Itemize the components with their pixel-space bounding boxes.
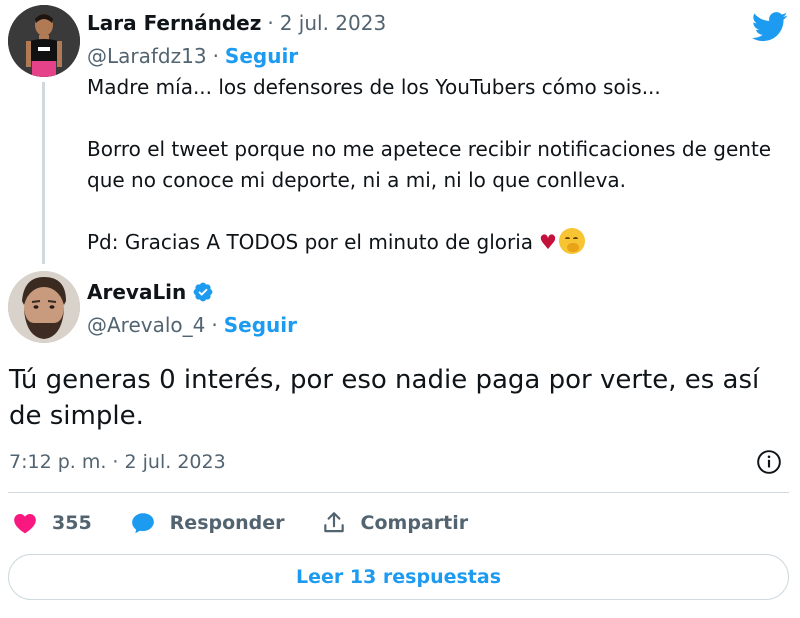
heart-icon bbox=[14, 514, 36, 534]
reply-button[interactable]: Responder bbox=[130, 510, 285, 536]
info-icon[interactable] bbox=[756, 449, 782, 475]
avatar-lara[interactable] bbox=[8, 5, 80, 77]
share-button[interactable]: Compartir bbox=[321, 510, 469, 536]
separator: · bbox=[211, 313, 218, 337]
parent-tweet-text: Madre mía... los defensores de los YouTu… bbox=[87, 72, 777, 258]
parent-author-name[interactable]: Lara Fernández bbox=[87, 11, 261, 35]
tweet-timestamp[interactable]: 7:12 p. m. · 2 jul. 2023 bbox=[9, 448, 226, 476]
face-with-hand-over-mouth-emoji-icon bbox=[558, 228, 585, 254]
twitter-bird-icon[interactable] bbox=[752, 12, 788, 42]
tweet-line: que no conoce mi deporte, ni a mi, ni lo… bbox=[87, 168, 627, 192]
speech-bubble-icon bbox=[131, 513, 154, 534]
heart-emoji-icon: ♥ bbox=[539, 230, 557, 254]
like-button[interactable]: 355 bbox=[12, 510, 92, 536]
main-author-name[interactable]: ArevaLin bbox=[87, 280, 186, 304]
action-bar: 355 Responder Compartir bbox=[12, 508, 468, 538]
like-count: 355 bbox=[52, 512, 92, 534]
tweet-line: Pd: Gracias A TODOS por el minuto de glo… bbox=[87, 230, 534, 254]
parent-follow-button[interactable]: Seguir bbox=[225, 44, 298, 68]
parent-handle-line: @Larafdz13 · Seguir bbox=[87, 42, 298, 70]
main-handle-line: @Arevalo_4 · Seguir bbox=[87, 311, 297, 339]
main-tweet-text: Tú generas 0 interés, por eso nadie paga… bbox=[9, 365, 760, 431]
parent-author-handle[interactable]: @Larafdz13 bbox=[87, 44, 207, 68]
parent-tweet-date[interactable]: 2 jul. 2023 bbox=[280, 11, 386, 35]
main-follow-button[interactable]: Seguir bbox=[224, 313, 297, 337]
main-author-line: ArevaLin bbox=[87, 278, 214, 306]
thread-connector-line bbox=[42, 82, 45, 264]
tweet-line-with-emoji: Pd: Gracias A TODOS por el minuto de glo… bbox=[87, 227, 777, 258]
share-upload-icon bbox=[323, 512, 344, 533]
tweet-line: Madre mía... los defensores de los YouTu… bbox=[87, 75, 661, 99]
main-author-handle[interactable]: @Arevalo_4 bbox=[87, 313, 205, 337]
reply-label: Responder bbox=[169, 512, 285, 534]
separator: · bbox=[212, 44, 219, 68]
read-replies-button[interactable]: Leer 13 respuestas bbox=[8, 554, 789, 600]
verified-badge-icon bbox=[193, 282, 213, 302]
tweet-line: Borro el tweet porque no me apetece reci… bbox=[87, 137, 772, 161]
share-label: Compartir bbox=[360, 512, 469, 534]
parent-author-line: Lara Fernández · 2 jul. 2023 bbox=[87, 9, 386, 37]
separator: · bbox=[267, 11, 274, 35]
read-replies-label: Leer 13 respuestas bbox=[295, 566, 502, 588]
avatar-arevalin[interactable] bbox=[8, 271, 80, 343]
divider bbox=[8, 492, 789, 493]
